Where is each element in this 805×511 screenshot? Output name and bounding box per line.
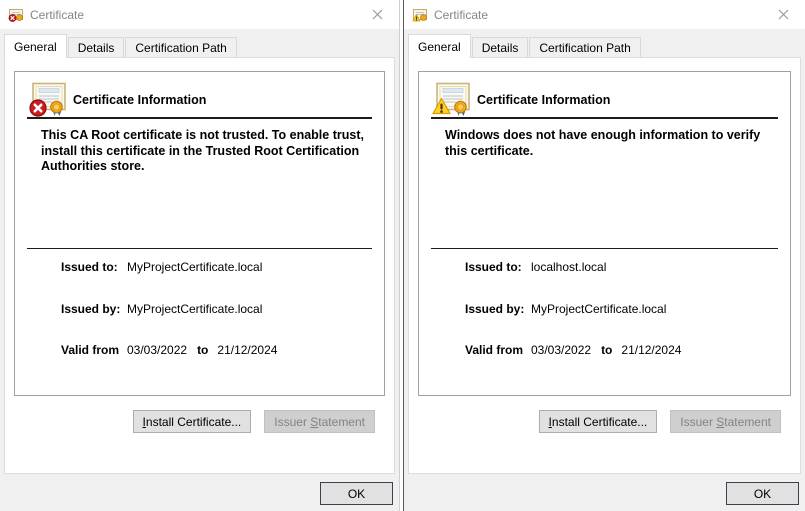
- certificate-info-header: Certificate Information: [28, 82, 206, 117]
- install-certificate-button[interactable]: Install Certificate...: [538, 410, 658, 433]
- certificate-dialog-untrusted: Certificate General Details Certificatio…: [0, 0, 400, 511]
- certificate-info-heading: Certificate Information: [73, 92, 207, 107]
- dialog-footer: OK: [0, 474, 399, 511]
- certificate-error-icon: [8, 7, 24, 23]
- issued-by-value: MyProjectCertificate.local: [531, 302, 667, 316]
- certificate-error-large-icon: [28, 82, 67, 117]
- close-button[interactable]: [355, 0, 399, 29]
- trust-status-text: This CA Root certificate is not trusted.…: [41, 128, 364, 173]
- title-bar: Certificate: [0, 0, 399, 29]
- certificate-info-box: Certificate Information This CA Root cer…: [14, 71, 385, 396]
- issuer-label-pre: Issuer: [274, 414, 311, 429]
- issuer-label-rest: tatement: [318, 414, 365, 429]
- tab-strip: General Details Certification Path: [404, 33, 805, 58]
- valid-from-label: Valid from: [465, 343, 524, 357]
- issuer-label-rest: tatement: [724, 414, 771, 429]
- window-title: Certificate: [434, 7, 489, 22]
- valid-to-date: 21/12/2024: [217, 343, 278, 357]
- tab-general[interactable]: General: [4, 34, 67, 58]
- install-label-rest: nstall Certificate...: [551, 414, 648, 429]
- validity-row: Valid from 03/03/2022 to 21/12/2024: [465, 343, 780, 357]
- valid-to-word: to: [601, 343, 613, 357]
- general-tab-page: Certificate Information This CA Root cer…: [4, 57, 395, 474]
- header-separator: [431, 117, 778, 119]
- tab-certification-path[interactable]: Certification Path: [529, 37, 641, 57]
- general-tab-page: Certificate Information Windows does not…: [408, 57, 801, 474]
- issued-by-value: MyProjectCertificate.local: [127, 302, 263, 316]
- validity-row: Valid from 03/03/2022 to 21/12/2024: [61, 343, 374, 357]
- tab-strip: General Details Certification Path: [0, 33, 399, 58]
- valid-from-label: Valid from: [61, 343, 120, 357]
- tab-certification-path[interactable]: Certification Path: [125, 37, 237, 57]
- issued-to-row: Issued to: localhost.local: [465, 260, 780, 274]
- issued-by-row: Issued by: MyProjectCertificate.local: [465, 302, 780, 316]
- details-separator: [27, 248, 372, 249]
- dialog-footer: OK: [404, 474, 805, 511]
- close-icon: [778, 9, 788, 20]
- certificate-info-heading: Certificate Information: [477, 92, 611, 107]
- issuer-label-pre: Issuer: [680, 414, 717, 429]
- issued-to-row: Issued to: MyProjectCertificate.local: [61, 260, 374, 274]
- tab-details[interactable]: Details: [471, 37, 529, 57]
- header-separator: [27, 117, 372, 119]
- certificate-warning-icon: [412, 7, 428, 23]
- certificate-warning-large-icon: [432, 82, 471, 117]
- issued-to-label: Issued to:: [465, 260, 522, 274]
- action-buttons: Install Certificate... Issuer Statement: [538, 410, 781, 433]
- certificate-info-box: Certificate Information Windows does not…: [418, 71, 791, 396]
- issuer-statement-button: Issuer Statement: [264, 410, 375, 433]
- trust-status-text: Windows does not have enough information…: [445, 128, 761, 158]
- tab-details[interactable]: Details: [67, 37, 125, 57]
- issued-by-label: Issued by:: [465, 302, 525, 316]
- certificate-dialog-unverified: Certificate General Details Certificatio…: [403, 0, 805, 511]
- issued-by-row: Issued by: MyProjectCertificate.local: [61, 302, 374, 316]
- close-icon: [372, 9, 382, 20]
- ok-button[interactable]: OK: [726, 482, 799, 505]
- valid-from-date: 03/03/2022: [127, 343, 188, 357]
- issued-by-label: Issued by:: [61, 302, 121, 316]
- tab-general[interactable]: General: [408, 34, 471, 58]
- install-certificate-button[interactable]: Install Certificate...: [132, 410, 252, 433]
- valid-to-date: 21/12/2024: [621, 343, 682, 357]
- install-label-rest: nstall Certificate...: [145, 414, 242, 429]
- window-title: Certificate: [30, 7, 85, 22]
- issued-to-value: localhost.local: [531, 260, 607, 274]
- close-button[interactable]: [761, 0, 805, 29]
- certificate-info-header: Certificate Information: [432, 82, 610, 117]
- details-separator: [431, 248, 778, 249]
- action-buttons: Install Certificate... Issuer Statement: [132, 410, 375, 433]
- ok-button[interactable]: OK: [320, 482, 393, 505]
- valid-from-date: 03/03/2022: [531, 343, 592, 357]
- issued-to-label: Issued to:: [61, 260, 118, 274]
- title-bar: Certificate: [404, 0, 805, 29]
- valid-to-word: to: [197, 343, 209, 357]
- issuer-statement-button: Issuer Statement: [670, 410, 781, 433]
- issued-to-value: MyProjectCertificate.local: [127, 260, 263, 274]
